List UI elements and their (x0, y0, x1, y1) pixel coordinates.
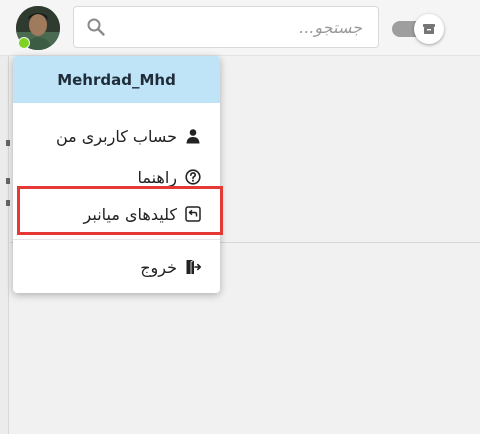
page-fragment (6, 178, 10, 184)
search-box[interactable] (73, 6, 379, 48)
page-fragment (6, 200, 10, 206)
menu-item-logout[interactable]: خروج (13, 246, 220, 288)
online-status-dot (18, 37, 30, 49)
help-circle-icon (185, 169, 201, 185)
keyboard-shortcut-icon (185, 206, 201, 222)
search-input[interactable] (118, 7, 368, 47)
user-dropdown-menu: Mehrdad_Mhd حساب کاربری من راهنما کلیدها… (13, 56, 220, 293)
menu-item-label: خروج (140, 257, 177, 277)
top-bar (0, 0, 480, 56)
logout-icon (186, 259, 201, 275)
search-icon[interactable] (86, 17, 106, 37)
archive-icon (423, 24, 435, 34)
archive-toggle[interactable] (392, 14, 444, 44)
menu-item-label: راهنما (137, 167, 177, 187)
menu-username: Mehrdad_Mhd (13, 56, 220, 103)
menu-item-keyboard-shortcuts[interactable]: کلیدهای میانبر (13, 193, 220, 235)
toggle-knob[interactable] (414, 14, 444, 44)
menu-item-label: حساب کاربری من (55, 126, 177, 146)
menu-item-label: کلیدهای میانبر (83, 204, 177, 224)
page-edge (0, 56, 9, 434)
page-fragment (6, 140, 10, 146)
menu-item-my-account[interactable]: حساب کاربری من (13, 115, 220, 157)
menu-item-help[interactable]: راهنما (13, 156, 220, 198)
user-icon (186, 129, 200, 144)
avatar-button[interactable] (16, 6, 60, 50)
menu-divider (13, 239, 220, 240)
